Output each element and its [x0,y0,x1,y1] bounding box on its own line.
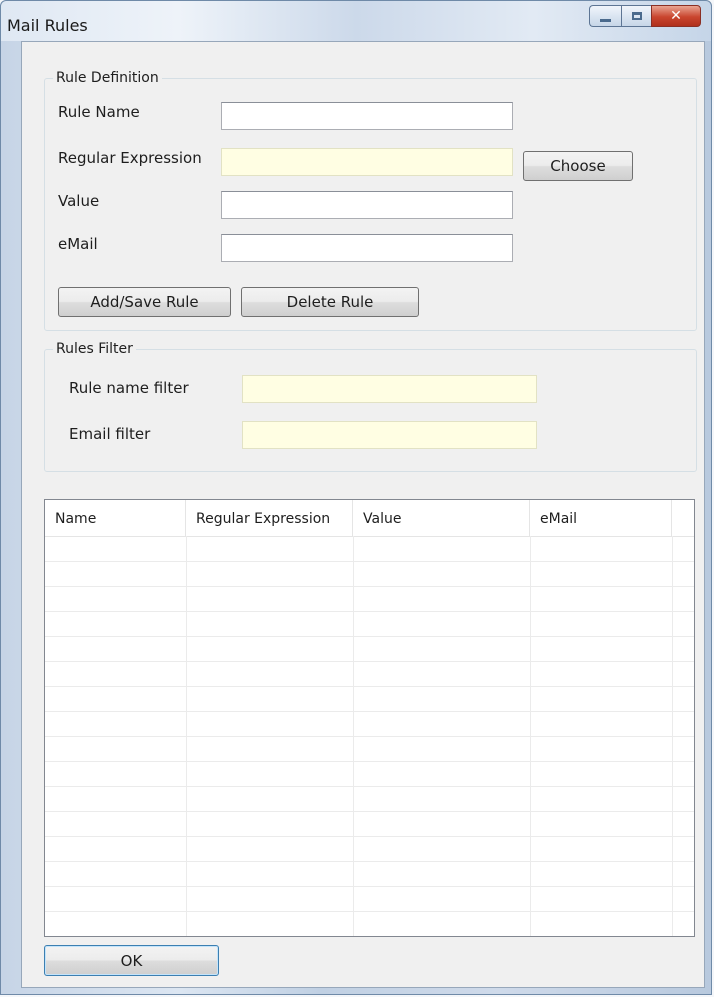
title-bar[interactable]: Mail Rules ✕ [1,1,711,41]
grid-row-divider [45,611,694,612]
grid-header: Name Regular Expression Value eMail [45,500,694,537]
grid-row-divider [45,911,694,912]
maximize-icon [631,12,642,20]
close-button[interactable]: ✕ [651,5,701,27]
value-input[interactable] [221,191,513,219]
rule-name-filter-label: Rule name filter [69,379,189,397]
dialog-client-area: Rule Definition Rule Name Regular Expres… [21,41,705,988]
value-label: Value [58,192,100,210]
grid-row-divider [45,561,694,562]
email-input[interactable] [221,234,513,262]
rules-filter-legend: Rules Filter [53,341,136,357]
email-filter-label: Email filter [69,425,151,443]
grid-row-divider [45,586,694,587]
add-save-rule-button[interactable]: Add/Save Rule [58,287,231,317]
regular-expression-label: Regular Expression [58,149,202,167]
rule-definition-group: Rule Definition Rule Name Regular Expres… [44,70,697,331]
minimize-icon [600,18,611,22]
grid-row-divider [45,786,694,787]
rules-filter-group: Rules Filter Rule name filter Email filt… [44,341,697,472]
rule-definition-legend: Rule Definition [53,70,162,86]
grid-row-divider [45,811,694,812]
close-icon: ✕ [670,8,682,24]
minimize-button[interactable] [589,5,621,27]
grid-row-divider [45,661,694,662]
grid-row-divider [45,736,694,737]
window-title: Mail Rules [7,16,88,35]
regular-expression-input[interactable] [221,148,513,176]
delete-rule-button[interactable]: Delete Rule [241,287,419,317]
rule-name-label: Rule Name [58,103,140,121]
grid-row-divider [45,836,694,837]
choose-button[interactable]: Choose [523,151,633,181]
grid-row-divider [45,686,694,687]
rules-grid[interactable]: Name Regular Expression Value eMail [44,499,695,937]
rule-name-input[interactable] [221,102,513,130]
window-controls: ✕ [589,5,701,27]
column-header-email[interactable]: eMail [530,500,672,536]
email-filter-input[interactable] [242,421,537,449]
grid-row-divider [45,711,694,712]
column-header-value[interactable]: Value [353,500,530,536]
rule-name-filter-input[interactable] [242,375,537,403]
grid-row-divider [45,861,694,862]
grid-row-divider [45,636,694,637]
grid-row-divider [45,886,694,887]
column-header-regular-expression[interactable]: Regular Expression [186,500,353,536]
mail-rules-window: Mail Rules ✕ Rule Definition Rule Name R… [0,0,712,995]
maximize-button[interactable] [621,5,651,27]
email-label: eMail [58,235,98,253]
grid-row-divider [45,761,694,762]
column-header-name[interactable]: Name [45,500,186,536]
ok-button[interactable]: OK [44,945,219,976]
